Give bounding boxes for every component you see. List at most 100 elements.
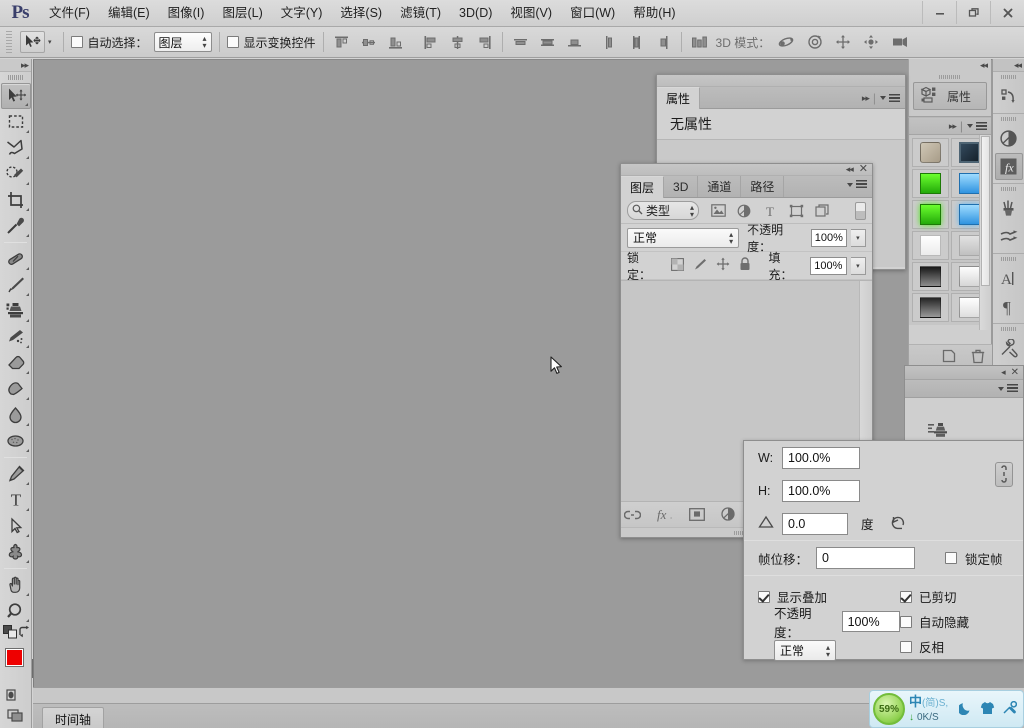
dock-group-grip[interactable] [993,72,1024,82]
style-swatch[interactable] [912,293,949,322]
tab-layers[interactable]: 图层 [621,176,665,198]
battery-indicator[interactable]: 59% [873,693,905,725]
properties-panel-grip[interactable] [657,75,905,87]
pixel-layer-filter-icon[interactable] [710,203,726,219]
double-chevron-left-icon[interactable]: ◂◂ [980,60,988,71]
menu-help[interactable]: 帮助(H) [624,0,684,27]
smart-object-filter-icon[interactable] [814,203,830,219]
new-adjustment-layer-icon[interactable] [720,506,737,523]
link-layers-icon[interactable] [624,506,641,523]
dock-group-grip[interactable] [993,254,1024,264]
panel-menu-icon[interactable] [880,93,900,103]
align-horizontal-centers-icon[interactable] [447,32,468,53]
align-vertical-centers-icon[interactable] [358,32,379,53]
adjustment-layer-filter-icon[interactable] [736,203,752,219]
crop-tool[interactable] [1,187,31,213]
eyedropper-tool[interactable] [1,213,31,239]
menu-edit[interactable]: 编辑(E) [99,0,159,27]
minimize-button[interactable] [922,1,956,24]
pan-3d-icon[interactable] [831,32,854,53]
character-icon[interactable]: A [995,265,1023,292]
tools-collapse-button[interactable]: ▸▸ [0,59,31,72]
tab-timeline[interactable]: 时间轴 [42,707,105,728]
menu-file[interactable]: 文件(F) [40,0,99,27]
change-screen-mode-icon[interactable] [6,707,26,726]
history-brush-tool[interactable] [1,324,31,350]
show-transform-controls-checkbox[interactable] [226,36,239,48]
double-chevron-right-icon[interactable]: ▸▸ [949,121,957,132]
foreground-color-swatch[interactable] [5,648,24,667]
double-chevron-left-icon[interactable]: ◂◂ [1014,60,1022,71]
style-swatch[interactable] [912,231,949,260]
auto-hide-checkbox[interactable] [900,615,912,628]
path-selection-tool[interactable] [1,513,31,539]
restore-button[interactable] [956,1,990,24]
show-overlay-checkbox[interactable] [758,590,770,603]
close-button[interactable] [990,1,1024,24]
hand-tool[interactable] [1,572,31,598]
wrench-icon[interactable] [1002,700,1018,718]
tool-preset-caret-icon[interactable]: ▾ [48,38,52,46]
double-chevron-right-icon[interactable]: ▸▸ [21,60,29,71]
distribute-vertical-centers-icon[interactable] [537,32,558,53]
default-foreground-background-icon[interactable] [3,624,18,642]
rectangular-marquee-tool[interactable] [1,109,31,135]
filter-enable-toggle-icon[interactable] [855,201,866,220]
tab-properties[interactable]: 属性 [657,87,701,109]
menu-3d[interactable]: 3D(D) [450,0,501,27]
delete-style-icon[interactable] [969,348,986,365]
spot-healing-brush-tool[interactable] [1,246,31,272]
roll-3d-icon[interactable] [803,32,826,53]
menu-layer[interactable]: 图层(L) [213,0,271,27]
lock-frame-checkbox[interactable] [945,552,958,564]
collapse-icon[interactable]: ◂ [1001,367,1005,378]
invert-checkbox[interactable] [900,640,912,653]
menu-image[interactable]: 图像(I) [159,0,214,27]
history-icon[interactable] [995,83,1023,110]
link-aspect-ratio-icon[interactable] [995,461,1013,487]
fill-slider-caret-icon[interactable]: ▾ [850,256,867,275]
orbit-3d-icon[interactable] [775,32,798,53]
shape-layer-filter-icon[interactable] [788,203,804,219]
zoom-tool[interactable] [1,598,31,624]
align-options-icon[interactable] [689,32,710,53]
eraser-tool[interactable] [1,350,31,376]
reset-transform-icon[interactable] [889,515,906,533]
menu-filter[interactable]: 滤镜(T) [391,0,450,27]
style-swatch[interactable] [912,138,949,167]
angle-input[interactable]: 0.0 [782,512,848,535]
new-style-icon[interactable] [940,348,957,365]
swap-colors-icon[interactable] [18,625,31,641]
width-input[interactable]: 100.0% [782,446,860,469]
tab-channels[interactable]: 通道 [698,176,742,197]
blend-mode-dropdown[interactable]: 正常 ▴ ▾ [627,227,740,248]
move-tool[interactable] [0,83,31,109]
skin-icon[interactable] [980,701,995,718]
dock-group-grip[interactable] [993,184,1024,194]
quick-mask-mode-icon[interactable] [5,688,26,705]
moon-icon[interactable] [957,701,973,718]
auto-select-checkbox[interactable] [70,36,83,48]
zoom-3d-camera-icon[interactable] [887,32,910,53]
styles-panel-scrollbar[interactable] [979,135,991,330]
layer-style-fx-icon[interactable]: fx [656,506,673,523]
close-icon[interactable]: ✕ [859,164,868,175]
auto-select-scope-dropdown[interactable]: 图层 ▴ ▾ [153,32,212,52]
lock-transparent-pixels-icon[interactable] [670,257,684,274]
move-tool-icon[interactable] [20,31,45,53]
dock-collapse-button[interactable]: ◂◂ [993,59,1024,72]
layers-panel-grip[interactable]: ◂◂ ✕ [621,164,872,176]
menu-view[interactable]: 视图(V) [501,0,561,27]
overlay-opacity-input[interactable]: 100% [841,611,900,632]
distribute-horizontal-centers-icon[interactable] [626,32,647,53]
distribute-bottom-edges-icon[interactable] [564,32,585,53]
clone-stamp-tool[interactable] [1,298,31,324]
opacity-slider-caret-icon[interactable]: ▾ [850,228,866,247]
height-input[interactable]: 100.0% [782,479,860,502]
tool-preset-picker[interactable]: ▾ [16,31,56,53]
lock-position-icon[interactable] [716,257,730,274]
custom-shape-tool[interactable] [1,539,31,565]
horizontal-type-tool[interactable]: T [1,487,31,513]
align-top-edges-icon[interactable] [331,32,352,53]
quick-selection-tool[interactable] [1,161,31,187]
